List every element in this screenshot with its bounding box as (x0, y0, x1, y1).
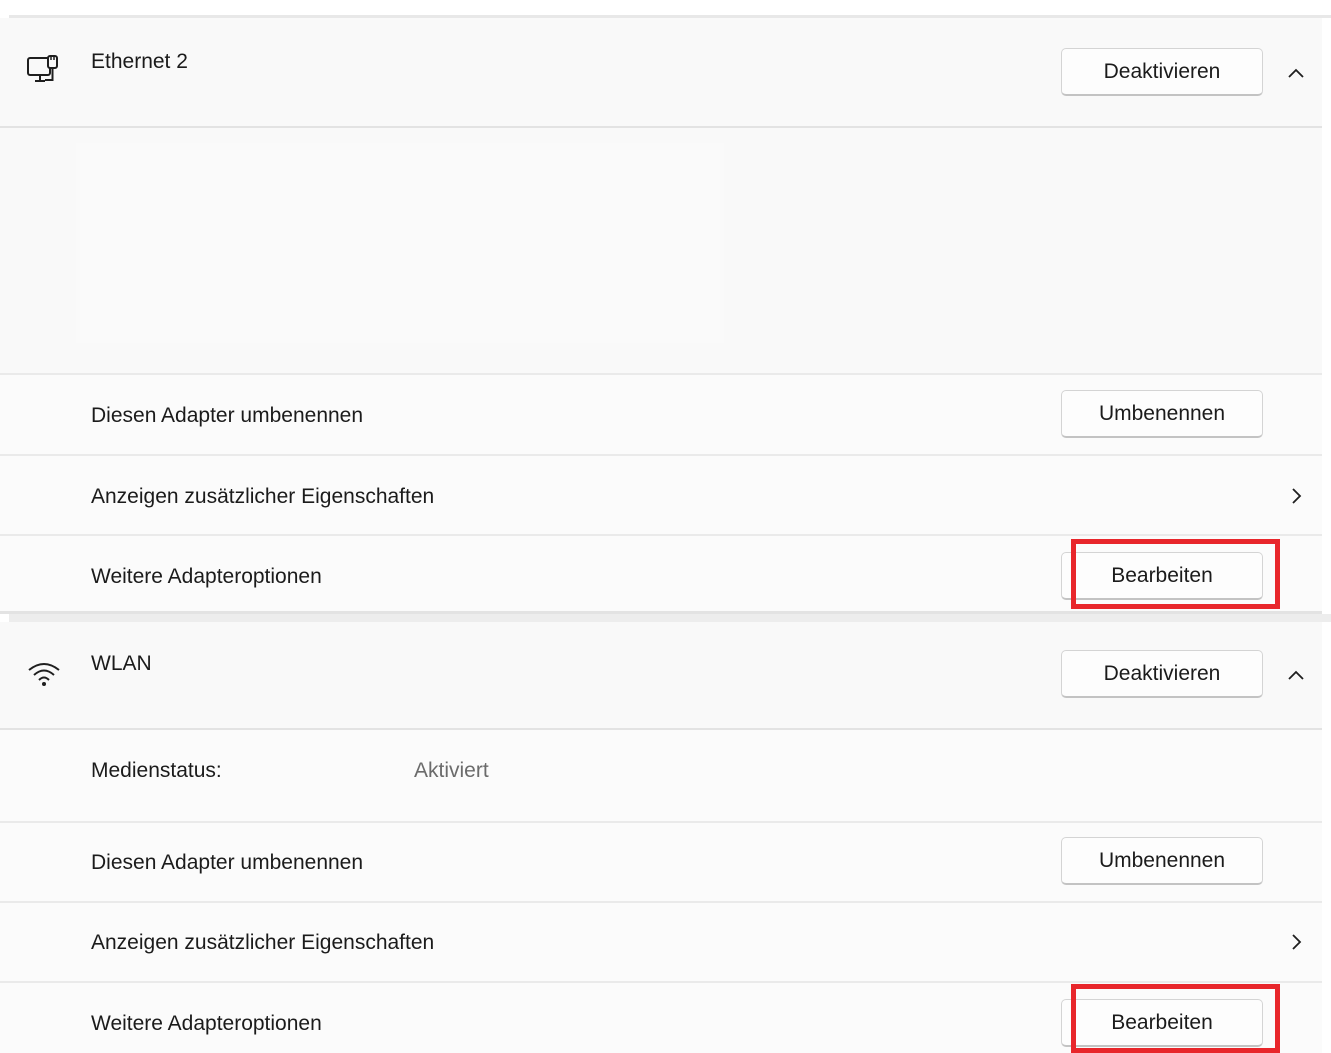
chevron-right-icon[interactable] (1286, 932, 1306, 952)
wlan-media-status-row: Medienstatus: Aktiviert (0, 730, 1322, 821)
wifi-icon (28, 663, 60, 686)
chevron-up-icon[interactable] (1286, 64, 1306, 84)
wlan-properties-label: Anzeigen zusätzlicher Eigenschaften (91, 931, 435, 954)
wlan-rename-button[interactable]: Umbenennen (1061, 837, 1263, 885)
ethernet-rename-label: Diesen Adapter umbenennen (91, 404, 364, 427)
chevron-up-icon[interactable] (1286, 666, 1306, 686)
ethernet-rename-row: Diesen Adapter umbenennen Umbenennen (0, 373, 1322, 454)
wlan-rename-row: Diesen Adapter umbenennen Umbenennen (0, 821, 1322, 901)
wlan-properties-row[interactable]: Anzeigen zusätzlicher Eigenschaften (0, 901, 1322, 981)
ethernet-properties-label: Anzeigen zusätzlicher Eigenschaften (91, 485, 435, 508)
chevron-right-icon[interactable] (1286, 486, 1306, 506)
section-gap (9, 614, 1331, 622)
ethernet-edit-highlight (1071, 539, 1280, 609)
ethernet-details-area (0, 128, 1322, 373)
ethernet-monitor-icon (27, 55, 58, 82)
ethernet-deactivate-button[interactable]: Deaktivieren (1061, 48, 1263, 96)
wlan-deactivate-button[interactable]: Deaktivieren (1061, 650, 1263, 698)
wlan-rename-label: Diesen Adapter umbenennen (91, 851, 364, 874)
wlan-media-status-value: Aktiviert (414, 759, 489, 782)
wlan-media-status-label: Medienstatus: (91, 759, 222, 782)
ethernet-title: Ethernet 2 (91, 50, 188, 73)
ethernet-rename-button[interactable]: Umbenennen (1061, 390, 1263, 438)
ethernet-properties-row[interactable]: Anzeigen zusätzlicher Eigenschaften (0, 454, 1322, 534)
details-placeholder (76, 143, 724, 343)
wlan-header[interactable]: WLAN Deaktivieren (0, 622, 1322, 730)
ethernet-header[interactable]: Ethernet 2 Deaktivieren (0, 18, 1322, 128)
wlan-edit-highlight (1071, 984, 1280, 1053)
wlan-title: WLAN (91, 652, 152, 675)
ethernet-more-options-label: Weitere Adapteroptionen (91, 565, 322, 588)
wlan-more-options-label: Weitere Adapteroptionen (91, 1012, 322, 1035)
